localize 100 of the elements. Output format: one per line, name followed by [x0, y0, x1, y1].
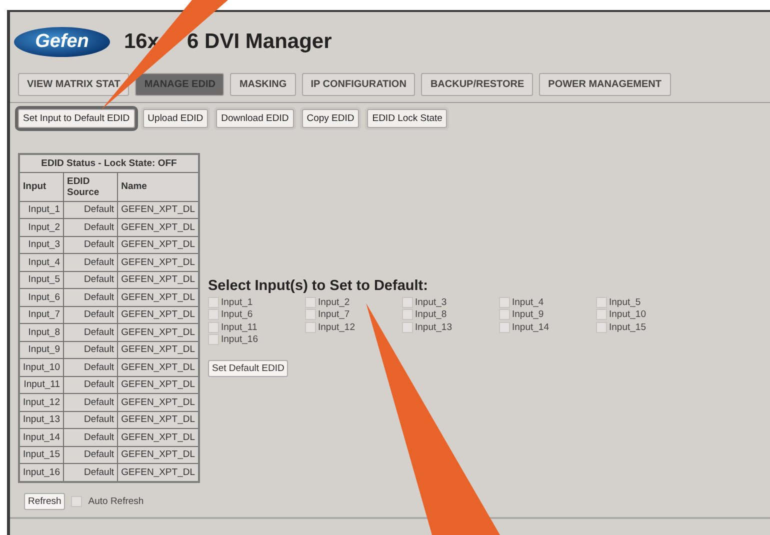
refresh-button[interactable]: Refresh [24, 492, 66, 510]
nav-tab[interactable]: VIEW MATRIX STAT [18, 73, 130, 96]
table-cell: GEFEN_XPT_DL [118, 288, 199, 306]
input-label: Input_3 [415, 296, 447, 308]
table-cell: Input_1 [19, 201, 64, 218]
input-label: Input_10 [609, 309, 646, 320]
input-checkbox[interactable] [499, 309, 510, 320]
input-checkbox[interactable] [499, 322, 510, 333]
input-checkbox[interactable] [402, 322, 413, 333]
table-cell: Input_12 [19, 394, 64, 411]
table-cell: Input_13 [19, 411, 64, 428]
input-label: Input_11 [221, 322, 258, 333]
input-checkbox[interactable] [596, 309, 607, 320]
table-cell: Input_14 [19, 428, 64, 446]
table-cell: Input_11 [19, 376, 64, 394]
input-checkbox[interactable] [208, 334, 219, 346]
table-cell: GEFEN_XPT_DL [118, 446, 199, 464]
table-cell: GEFEN_XPT_DL [118, 411, 199, 428]
table-cell: Input_3 [19, 236, 64, 254]
table-cell: GEFEN_XPT_DL [118, 376, 199, 394]
table-cell: Input_10 [19, 358, 64, 376]
table-cell: Default [63, 428, 118, 446]
table-cell: GEFEN_XPT_DL [118, 201, 199, 218]
nav-tab[interactable]: IP CONFIGURATION [302, 73, 416, 96]
table-cell: GEFEN_XPT_DL [118, 254, 199, 271]
table-cell: Default [63, 271, 118, 288]
table-cell: Default [63, 446, 118, 464]
input-label: Input_5 [609, 296, 641, 308]
table-cell: Default [63, 218, 118, 236]
table-cell: Input_6 [19, 288, 64, 306]
table-cell: Default [63, 306, 118, 324]
table-cell: Default [63, 201, 118, 218]
table-cell: Default [63, 358, 118, 376]
table-caption: EDID Status - Lock State: OFF [19, 154, 199, 172]
input-checkbox[interactable] [499, 296, 510, 308]
input-label: Input_6 [221, 309, 253, 320]
input-label: Input_2 [318, 296, 350, 308]
table-cell: GEFEN_XPT_DL [118, 218, 199, 236]
table-cell: Input_2 [19, 218, 64, 236]
input-checkbox[interactable] [596, 296, 607, 308]
input-label: Input_9 [512, 309, 544, 320]
table-cell: GEFEN_XPT_DL [118, 358, 199, 376]
table-cell: Default [63, 236, 118, 254]
table-cell: Input_4 [19, 254, 64, 271]
nav-tab[interactable]: POWER MANAGEMENT [539, 73, 670, 96]
select-heading: Select Input(s) to Set to Default: [208, 278, 429, 294]
input-label: Input_8 [415, 309, 447, 320]
input-checkbox[interactable] [402, 296, 413, 308]
table-cell: GEFEN_XPT_DL [118, 428, 199, 446]
input-checkbox[interactable] [208, 309, 219, 320]
set-default-edid-button[interactable]: Set Default EDID [208, 360, 288, 377]
edid-action-button[interactable]: Upload EDID [142, 109, 208, 128]
table-cell: Default [63, 394, 118, 411]
page-title: 16x [124, 30, 160, 54]
table-cell: GEFEN_XPT_DL [118, 394, 199, 411]
table-cell: Default [63, 341, 118, 358]
table-cell: Input_16 [19, 464, 64, 482]
nav-tab[interactable]: BACKUP/RESTORE [421, 73, 534, 96]
table-cell: Input_5 [19, 271, 64, 288]
input-checkbox[interactable] [305, 309, 316, 320]
edid-action-button[interactable]: Copy EDID [302, 109, 360, 128]
input-checkbox[interactable] [402, 309, 413, 320]
edid-action-button[interactable]: Set Input to Default EDID [18, 109, 135, 128]
table-cell: Default [63, 376, 118, 394]
auto-refresh-checkbox[interactable] [71, 496, 82, 506]
input-label: Input_15 [609, 322, 646, 333]
input-label: Input_4 [512, 296, 544, 308]
input-label: Input_14 [512, 322, 549, 333]
input-checkbox[interactable] [305, 296, 316, 308]
page-title: 6 DVI Manager [187, 30, 332, 54]
table-cell: Default [63, 411, 118, 428]
table-cell: Default [63, 464, 118, 482]
table-cell: GEFEN_XPT_DL [118, 236, 199, 254]
input-label: Input_7 [318, 309, 350, 320]
table-cell: Input_15 [19, 446, 64, 464]
table-cell: Input_9 [19, 341, 64, 358]
column-header: EDID Source [63, 172, 118, 201]
table-cell: Input_8 [19, 324, 64, 341]
table-cell: GEFEN_XPT_DL [118, 324, 199, 341]
input-checkbox[interactable] [208, 322, 219, 333]
table-cell: Default [63, 324, 118, 341]
column-header: Name [118, 172, 199, 201]
input-checkbox[interactable] [305, 322, 316, 333]
input-checkbox[interactable] [596, 322, 607, 333]
table-cell: Default [63, 254, 118, 271]
table-cell: Default [63, 288, 118, 306]
input-label: Input_1 [221, 296, 253, 308]
table-cell: GEFEN_XPT_DL [118, 341, 199, 358]
table-cell: Input_7 [19, 306, 64, 324]
gefen-logo: Gefen [14, 27, 110, 57]
input-label: Input_12 [318, 322, 355, 333]
edid-action-button[interactable]: EDID Lock State [367, 109, 448, 128]
edid-action-button[interactable]: Download EDID [216, 109, 294, 128]
input-label: Input_13 [415, 322, 452, 333]
table-cell: GEFEN_XPT_DL [118, 306, 199, 324]
nav-tab[interactable]: MASKING [230, 73, 296, 96]
column-header: Input [19, 172, 64, 201]
auto-refresh-label: Auto Refresh [88, 496, 144, 506]
input-checkbox[interactable] [208, 296, 219, 308]
table-cell: GEFEN_XPT_DL [118, 464, 199, 482]
